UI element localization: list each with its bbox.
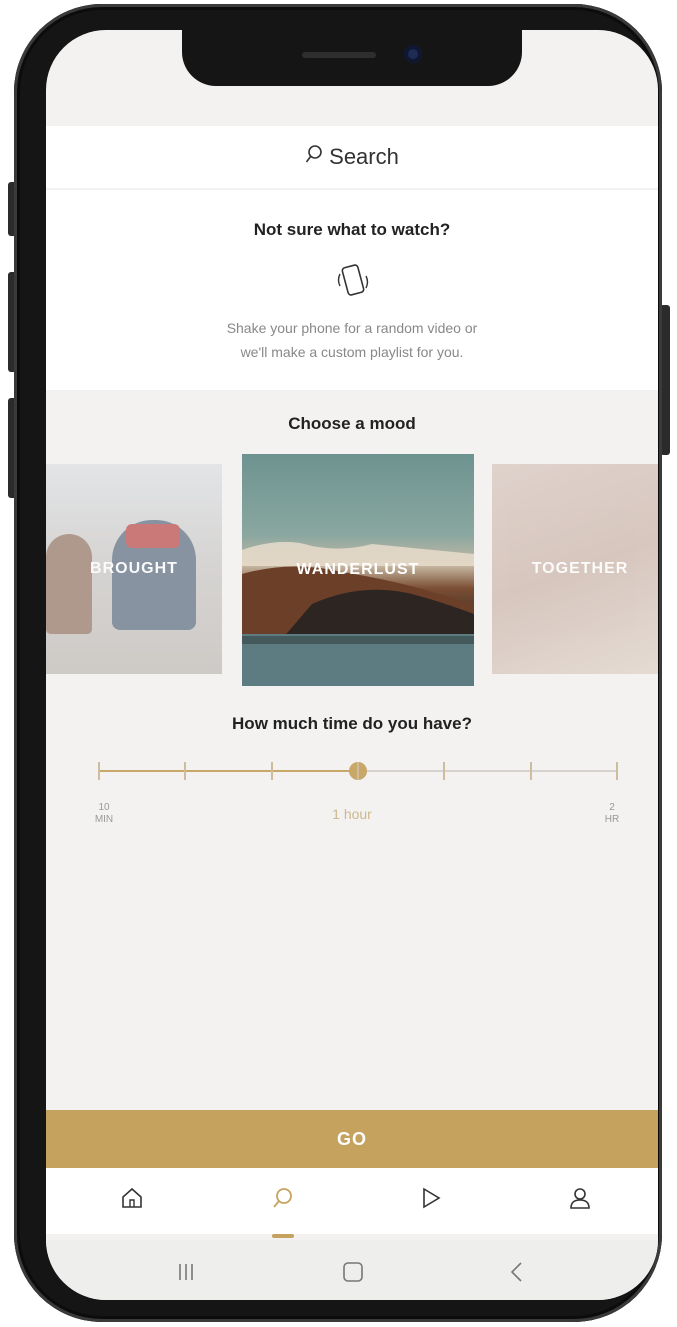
mood-card-selected[interactable]: WANDERLUST <box>242 454 474 686</box>
slider-track-fill <box>98 770 358 772</box>
shake-phone-icon <box>337 264 369 296</box>
mood-card-next[interactable]: TOGETHER <box>492 464 658 674</box>
system-back-button[interactable] <box>502 1260 532 1284</box>
system-nav-bar <box>46 1240 658 1300</box>
mood-card-label: TOGETHER <box>531 560 629 577</box>
tab-bar <box>46 1168 658 1234</box>
slider-max-value: 2 <box>609 802 615 813</box>
shake-title: Not sure what to watch? <box>253 220 451 239</box>
tab-active-indicator <box>272 1234 294 1238</box>
card-photo-detail <box>126 524 180 548</box>
search-label: Search <box>329 144 399 169</box>
phone-frame: Search Not sure what to watch? Shake you… <box>14 4 662 1322</box>
slider-tick <box>616 762 618 780</box>
app-screen: Search Not sure what to watch? Shake you… <box>46 30 658 1300</box>
tab-play[interactable] <box>411 1186 451 1218</box>
mood-card-label: BROUGHT <box>90 560 178 577</box>
play-icon <box>423 1187 441 1209</box>
slider-tick <box>357 762 359 780</box>
slider-max-label: 2 HR <box>592 802 632 826</box>
recent-apps-button[interactable] <box>171 1260 201 1284</box>
front-camera <box>404 45 422 63</box>
back-icon <box>510 1262 522 1282</box>
slider-value: 1 hour <box>332 806 372 822</box>
tab-home[interactable] <box>112 1186 152 1218</box>
go-button[interactable]: GO <box>46 1110 658 1168</box>
tab-search[interactable] <box>263 1186 303 1218</box>
card-photo-figure <box>46 534 92 634</box>
time-slider[interactable] <box>98 756 618 786</box>
speaker-grille <box>302 52 376 58</box>
slider-tick <box>271 762 273 780</box>
mood-card-previous[interactable]: BROUGHT <box>46 464 222 674</box>
time-title: How much time do you have? <box>232 714 472 733</box>
shake-description: Shake your phone for a random video or w… <box>46 316 658 364</box>
slider-tick <box>443 762 445 780</box>
slider-tick <box>98 762 100 780</box>
shake-line-2: we'll make a custom playlist for you. <box>240 344 464 360</box>
slider-tick <box>530 762 532 780</box>
search-icon <box>305 144 323 170</box>
search-icon <box>273 1188 292 1208</box>
recent-apps-icon <box>179 1264 193 1280</box>
slider-tick <box>184 762 186 780</box>
shake-line-1: Shake your phone for a random video or <box>226 320 478 336</box>
shake-section: Not sure what to watch? Shake your phone… <box>46 190 658 390</box>
notch <box>182 30 522 86</box>
mood-title: Choose a mood <box>288 414 416 433</box>
tab-profile[interactable] <box>560 1186 600 1218</box>
slider-max-unit: HR <box>604 814 620 825</box>
home-square-icon <box>343 1262 363 1282</box>
home-icon <box>122 1187 142 1208</box>
search-bar[interactable]: Search <box>46 126 658 188</box>
mood-card-label: WANDERLUST <box>296 561 420 578</box>
system-home-button[interactable] <box>338 1260 368 1284</box>
profile-icon <box>570 1188 590 1209</box>
